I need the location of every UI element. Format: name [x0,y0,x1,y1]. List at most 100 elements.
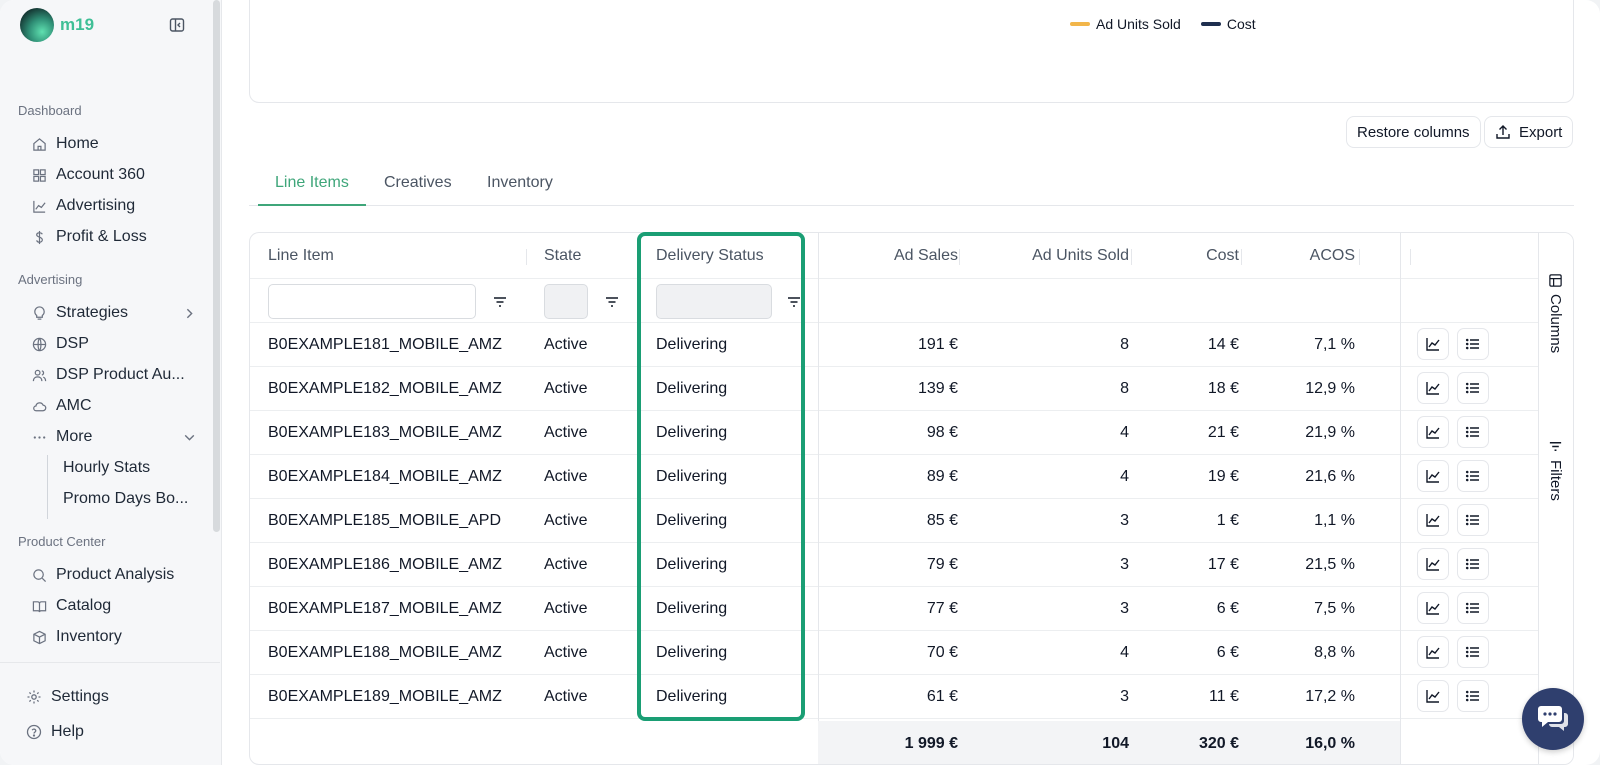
cell-line-item: B0EXAMPLE184_MOBILE_AMZ [268,468,502,485]
nav-item-account-360[interactable]: Account 360 [32,162,197,188]
row-chart-button[interactable] [1417,328,1449,360]
brand-name: m19 [60,15,95,34]
table-row[interactable]: B0EXAMPLE181_MOBILE_AMZ Active Delivering 1… [250,323,1538,367]
total-cost: 320 € [1198,735,1239,752]
table-row[interactable]: B0EXAMPLE183_MOBILE_AMZ Active Delivering 9… [250,411,1538,455]
nav-label: DSP [56,335,89,352]
cell-ad-units-sold: 8 [1120,336,1129,353]
line-item-filter-input[interactable] [268,284,476,319]
nav-item-catalog[interactable]: Catalog [32,593,197,619]
export-button[interactable]: Export [1484,116,1574,148]
delivery-status-filter-input[interactable] [656,284,772,319]
cell-state: Active [544,688,588,705]
row-details-button[interactable] [1457,460,1489,492]
nav-item-advertising[interactable]: Advertising [32,193,197,219]
nav-item-inventory[interactable]: Inventory [32,624,197,650]
chart-legend: Ad Units Sold Cost [1070,16,1256,32]
list-icon [1465,602,1479,614]
tab-inventory[interactable]: Inventory [487,174,553,206]
cell-ad-units-sold: 3 [1120,512,1129,529]
table-row[interactable]: B0EXAMPLE189_MOBILE_AMZ Active Delivering 6… [250,675,1538,719]
column-header-line-item[interactable]: Line Item [268,247,334,265]
cell-delivery-status: Delivering [656,600,728,617]
nav-item-dsp-product-audiences[interactable]: DSP Product Au... [32,362,197,388]
chat-widget-button[interactable] [1522,688,1584,750]
tab-line-items[interactable]: Line Items [258,174,366,206]
row-details-button[interactable] [1457,680,1489,712]
table-row[interactable]: B0EXAMPLE188_MOBILE_AMZ Active Delivering 7… [250,631,1538,675]
columns-icon [1549,274,1562,287]
nav-item-settings[interactable]: Settings [26,684,109,710]
state-filter-input[interactable] [544,284,588,319]
restore-columns-button[interactable]: Restore columns [1346,116,1481,148]
table-row[interactable]: B0EXAMPLE185_MOBILE_APD Active Delivering 8… [250,499,1538,543]
cell-ad-sales: 89 € [926,468,958,485]
column-header-delivery-status[interactable]: Delivery Status [656,247,764,265]
column-separator[interactable] [1131,249,1132,265]
table-row[interactable]: B0EXAMPLE184_MOBILE_AMZ Active Delivering 8… [250,455,1538,499]
filter-icon[interactable] [786,294,802,310]
line-chart-icon [1426,338,1440,351]
columns-panel-toggle[interactable]: Columns [1547,273,1564,353]
column-separator[interactable] [959,249,960,265]
row-chart-button[interactable] [1417,680,1449,712]
row-details-button[interactable] [1457,372,1489,404]
row-chart-button[interactable] [1417,416,1449,448]
legend-label: Ad Units Sold [1096,16,1181,32]
nav-item-dsp[interactable]: DSP [32,331,197,357]
column-header-ad-sales[interactable]: Ad Sales [830,247,958,265]
row-details-button[interactable] [1457,592,1489,624]
row-details-button[interactable] [1457,416,1489,448]
cell-state: Active [544,336,588,353]
table-row[interactable]: B0EXAMPLE187_MOBILE_AMZ Active Delivering 7… [250,587,1538,631]
table-row[interactable]: B0EXAMPLE182_MOBILE_AMZ Active Delivering 1… [250,367,1538,411]
row-chart-button[interactable] [1417,460,1449,492]
nav-item-more[interactable]: More [32,424,197,450]
filters-panel-toggle[interactable]: Filters [1547,439,1564,501]
filter-icon[interactable] [492,294,508,310]
column-separator[interactable] [1241,249,1242,265]
row-details-button[interactable] [1457,328,1489,360]
legend-item-ad-units-sold[interactable]: Ad Units Sold [1070,16,1181,32]
row-chart-button[interactable] [1417,372,1449,404]
nav-item-help[interactable]: Help [26,719,84,745]
column-header-ad-units-sold[interactable]: Ad Units Sold [975,247,1129,265]
column-header-acos[interactable]: ACOS [1255,247,1355,265]
nav-item-strategies[interactable]: Strategies [32,300,197,326]
row-chart-button[interactable] [1417,548,1449,580]
cell-ad-units-sold: 4 [1120,644,1129,661]
brand[interactable]: m19 [20,8,94,42]
row-details-button[interactable] [1457,636,1489,668]
filter-icon[interactable] [604,294,620,310]
column-separator[interactable] [1410,249,1411,265]
dollar-icon [36,230,43,244]
cell-line-item: B0EXAMPLE186_MOBILE_AMZ [268,556,502,573]
sidebar-scrollbar[interactable] [213,0,220,532]
column-header-cost[interactable]: Cost [1145,247,1239,265]
legend-item-cost[interactable]: Cost [1200,16,1256,32]
legend-swatch [1200,22,1221,26]
row-details-button[interactable] [1457,548,1489,580]
globe-icon [32,337,47,351]
list-icon [1465,470,1479,482]
cell-state: Active [544,556,588,573]
nav-item-promo-days[interactable]: Promo Days Bo... [63,490,188,508]
nav-label: Advertising [56,197,136,214]
column-header-state[interactable]: State [544,247,581,265]
nav-item-product-analysis[interactable]: Product Analysis [32,562,197,588]
nav-item-profit-loss[interactable]: Profit & Loss [32,224,197,250]
column-separator[interactable] [526,249,527,265]
sidebar-collapse-icon[interactable] [169,17,185,33]
nav-item-home[interactable]: Home [32,131,197,157]
line-chart-icon [33,200,46,213]
table-row[interactable]: B0EXAMPLE186_MOBILE_AMZ Active Delivering 7… [250,543,1538,587]
line-chart-icon [1426,426,1440,439]
nav-item-hourly-stats[interactable]: Hourly Stats [63,459,150,477]
column-separator[interactable] [1359,249,1360,265]
row-chart-button[interactable] [1417,504,1449,536]
tab-creatives[interactable]: Creatives [384,174,452,206]
row-chart-button[interactable] [1417,592,1449,624]
nav-item-amc[interactable]: AMC [32,393,197,419]
row-details-button[interactable] [1457,504,1489,536]
row-chart-button[interactable] [1417,636,1449,668]
